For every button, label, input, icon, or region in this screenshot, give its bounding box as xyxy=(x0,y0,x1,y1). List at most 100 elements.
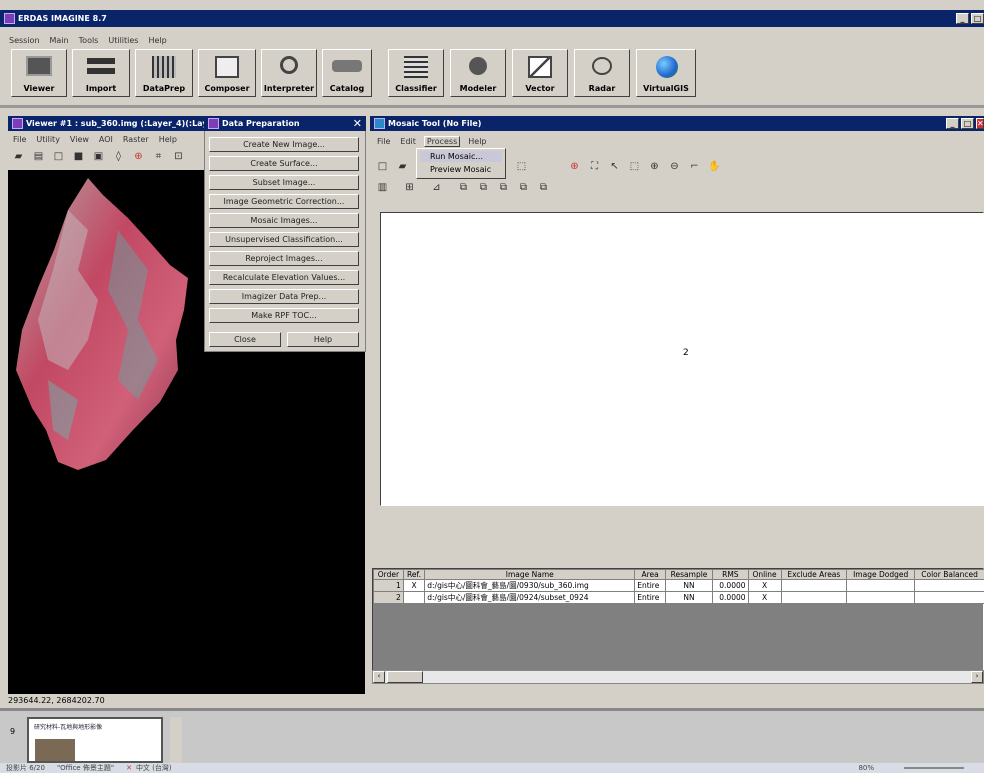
col-ref[interactable]: Ref. xyxy=(402,569,426,580)
new-icon[interactable]: □ xyxy=(52,151,65,163)
zoom-slider[interactable] xyxy=(904,767,964,769)
print-icon[interactable]: ▣ xyxy=(92,151,105,163)
close-button[interactable]: Close xyxy=(209,332,281,347)
close-icon[interactable]: ✕ xyxy=(353,117,362,130)
open-folder-icon[interactable]: ▰ xyxy=(12,151,25,163)
viewer-title-bar: Viewer #1 : sub_360.img (:Layer_4)(:Laye… xyxy=(8,116,204,131)
slide-thumbnail[interactable]: 研究材料-瓦地與地形影像 xyxy=(27,717,163,763)
create-new-image-button[interactable]: Create New Image... xyxy=(209,137,359,152)
pan-hand-icon[interactable]: ✋ xyxy=(708,161,721,173)
fit-icon[interactable]: ⛶ xyxy=(588,161,601,173)
mosaic-menu-help[interactable]: Help xyxy=(468,137,486,146)
new-icon[interactable]: □ xyxy=(376,161,389,173)
unsupervised-classification-button[interactable]: Unsupervised Classification... xyxy=(209,232,359,247)
spellcheck-icon[interactable]: ✕ xyxy=(126,764,132,772)
stack-back-icon[interactable]: ⧉ xyxy=(517,182,530,194)
vector-button[interactable]: Vector xyxy=(512,49,568,97)
col-area[interactable]: Area xyxy=(634,569,666,580)
image-geometric-correction-button[interactable]: Image Geometric Correction... xyxy=(209,194,359,209)
pointer-icon[interactable]: ↖ xyxy=(608,161,621,173)
mosaic-menu-process[interactable]: Process xyxy=(423,135,461,147)
globe-icon xyxy=(649,54,683,80)
preview-mosaic-item[interactable]: Preview Mosaic xyxy=(420,164,502,175)
stack-up-icon[interactable]: ⧉ xyxy=(477,182,490,194)
inquire-cursor-icon[interactable]: ⊕ xyxy=(568,161,581,173)
viewer-menu-file[interactable]: File xyxy=(13,135,26,144)
grid-icon[interactable]: ▥ xyxy=(376,182,389,194)
viewer-menu-help[interactable]: Help xyxy=(159,135,177,144)
zoom-out-icon[interactable]: ⊖ xyxy=(668,161,681,173)
classifier-button[interactable]: Classifier xyxy=(388,49,444,97)
create-surface-button[interactable]: Create Surface... xyxy=(209,156,359,171)
mosaic-canvas[interactable]: 2 xyxy=(380,212,984,506)
save-icon[interactable]: ■ xyxy=(72,151,85,163)
col-rms[interactable]: RMS xyxy=(712,569,749,580)
recalculate-elevation-button[interactable]: Recalculate Elevation Values... xyxy=(209,270,359,285)
table-row[interactable]: 1 X d:/gis中心/圖科會_藝島/圖/0930/sub_360.img E… xyxy=(373,579,984,592)
col-exclude-areas[interactable]: Exclude Areas xyxy=(780,569,848,580)
menu-tools[interactable]: Tools xyxy=(79,36,99,45)
col-image-dodged[interactable]: Image Dodged xyxy=(846,569,916,580)
modeler-button[interactable]: Modeler xyxy=(450,49,506,97)
viewer-menu-view[interactable]: View xyxy=(70,135,89,144)
dataprep-button[interactable]: DataPrep xyxy=(135,49,193,97)
viewer-button[interactable]: Viewer xyxy=(11,49,67,97)
menu-main[interactable]: Main xyxy=(50,36,69,45)
scroll-thumb[interactable] xyxy=(387,671,423,683)
stack-reverse-icon[interactable]: ⧉ xyxy=(537,182,550,194)
maximize-button[interactable]: □ xyxy=(971,13,984,24)
viewer-menu-aoi[interactable]: AOI xyxy=(99,135,113,144)
col-image-name[interactable]: Image Name xyxy=(424,569,636,580)
maximize-button[interactable]: □ xyxy=(961,118,974,129)
run-mosaic-item[interactable]: Run Mosaic... xyxy=(420,151,502,162)
mosaic-menu-file[interactable]: File xyxy=(377,137,390,146)
fit-icon[interactable]: ⊡ xyxy=(172,151,185,163)
scroll-right-icon[interactable]: › xyxy=(971,671,983,683)
make-rpf-toc-button[interactable]: Make RPF TOC... xyxy=(209,308,359,323)
select-box-icon[interactable]: ⬚ xyxy=(515,161,528,173)
menu-session[interactable]: Session xyxy=(9,36,40,45)
help-button[interactable]: Help xyxy=(287,332,359,347)
import-button[interactable]: Import xyxy=(72,49,130,97)
imagizer-data-prep-button[interactable]: Imagizer Data Prep... xyxy=(209,289,359,304)
menu-help[interactable]: Help xyxy=(148,36,166,45)
zoom-in-icon[interactable]: ⊕ xyxy=(648,161,661,173)
col-resample[interactable]: Resample xyxy=(664,569,714,580)
chart-icon[interactable]: ⊿ xyxy=(430,182,443,194)
crop-icon[interactable]: ⌐ xyxy=(688,161,701,173)
zoom-icon[interactable]: ⌗ xyxy=(152,151,165,163)
inquire-cursor-icon[interactable]: ⊕ xyxy=(132,151,145,163)
radar-button[interactable]: Radar xyxy=(574,49,630,97)
menu-utilities[interactable]: Utilities xyxy=(108,36,138,45)
box-select-icon[interactable]: ⬚ xyxy=(628,161,641,173)
viewer-menu-utility[interactable]: Utility xyxy=(36,135,60,144)
table-header: Order Ref. Image Name Area Resample RMS … xyxy=(373,569,984,580)
eraser-icon[interactable]: ◊ xyxy=(112,151,125,163)
catalog-button[interactable]: Catalog xyxy=(322,49,372,97)
reproject-images-button[interactable]: Reproject Images... xyxy=(209,251,359,266)
mosaic-menu-edit[interactable]: Edit xyxy=(400,137,416,146)
col-online[interactable]: Online xyxy=(747,569,782,580)
composer-button[interactable]: Composer xyxy=(198,49,256,97)
layer-icon[interactable]: ⊞ xyxy=(403,182,416,194)
virtualgis-button[interactable]: VirtualGIS xyxy=(636,49,696,97)
thumbnail-scrollbar[interactable] xyxy=(170,717,182,763)
col-color-balanced[interactable]: Color Balanced xyxy=(914,569,984,580)
dataprep-icon xyxy=(147,54,181,80)
open-folder-icon[interactable]: ▰ xyxy=(396,161,409,173)
viewer-toolbar: ▰ ▤ □ ■ ▣ ◊ ⊕ ⌗ ⊡ xyxy=(12,151,192,165)
subset-image-button[interactable]: Subset Image... xyxy=(209,175,359,190)
scroll-left-icon[interactable]: ‹ xyxy=(373,671,385,683)
open-layer-icon[interactable]: ▤ xyxy=(32,151,45,163)
interpreter-button[interactable]: Interpreter xyxy=(261,49,317,97)
viewer-menu-raster[interactable]: Raster xyxy=(123,135,149,144)
table-scrollbar[interactable]: ‹ › xyxy=(372,670,984,684)
minimize-button[interactable]: _ xyxy=(946,118,959,129)
col-order[interactable]: Order xyxy=(373,569,404,580)
stack-front-icon[interactable]: ⧉ xyxy=(457,182,470,194)
minimize-button[interactable]: _ xyxy=(956,13,969,24)
table-row[interactable]: 2 d:/gis中心/圖科會_藝島/圖/0924/subset_0924 Ent… xyxy=(373,591,984,604)
stack-down-icon[interactable]: ⧉ xyxy=(497,182,510,194)
mosaic-images-button[interactable]: Mosaic Images... xyxy=(209,213,359,228)
close-icon[interactable]: ✕ xyxy=(976,118,984,129)
